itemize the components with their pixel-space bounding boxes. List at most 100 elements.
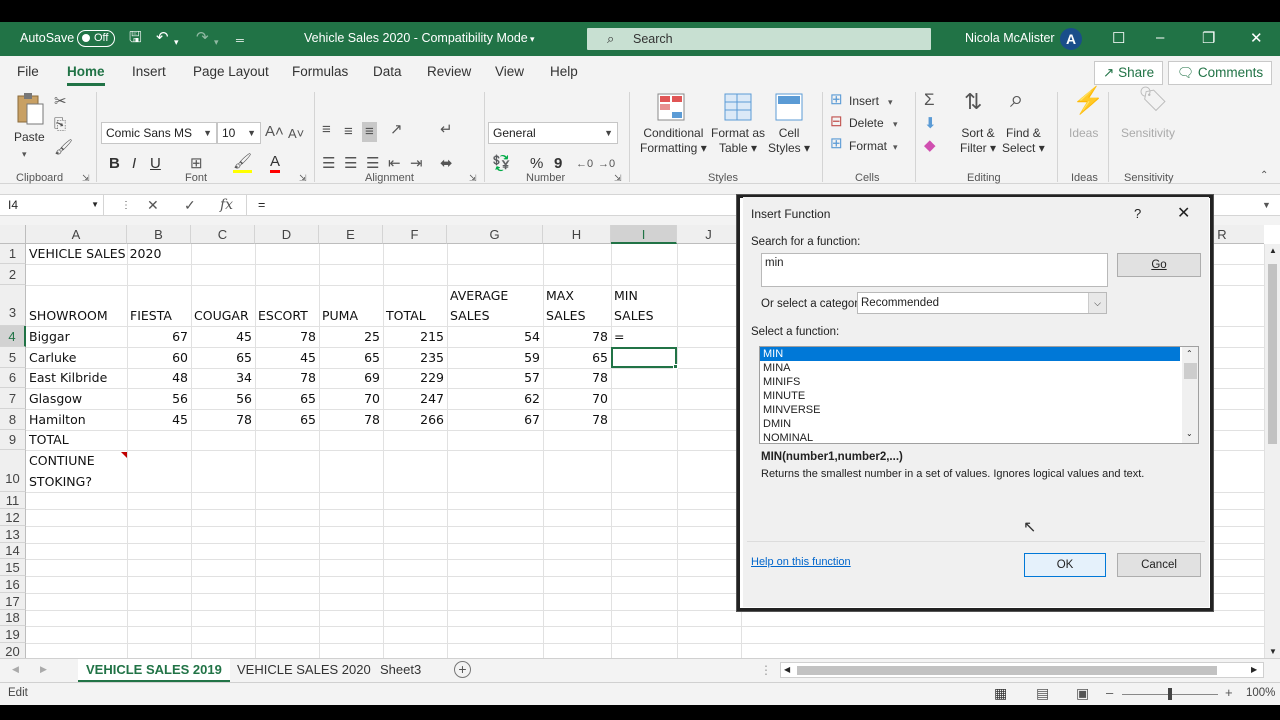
avatar[interactable]: A bbox=[1060, 28, 1082, 50]
number-format-select[interactable]: General ▼ bbox=[488, 122, 618, 144]
ribbon-display-icon[interactable]: ☐ bbox=[1112, 29, 1125, 47]
insert-cells-icon[interactable]: ⊞ bbox=[830, 92, 843, 108]
table-cell[interactable]: 25 bbox=[319, 327, 380, 347]
decrease-font-icon[interactable]: A˅ bbox=[288, 126, 304, 142]
list-item[interactable]: MIN bbox=[760, 347, 1180, 361]
scroll-right-icon[interactable]: ▶ bbox=[1251, 665, 1257, 674]
tab-data[interactable]: Data bbox=[373, 64, 402, 79]
row-header-16[interactable]: 16 bbox=[0, 576, 26, 593]
cell-styles-button[interactable]: Cell Styles ▾ bbox=[768, 126, 810, 156]
conditional-formatting-icon[interactable] bbox=[656, 92, 686, 122]
table-cell[interactable]: 78 bbox=[191, 410, 252, 430]
table-cell[interactable]: 67 bbox=[127, 327, 188, 347]
row-header-6[interactable]: 6 bbox=[0, 368, 26, 388]
row-header-14[interactable]: 14 bbox=[0, 543, 26, 559]
dialog-close-icon[interactable]: ✕ bbox=[1177, 203, 1190, 223]
sort-filter-icon[interactable]: ⇅ bbox=[964, 91, 982, 113]
vertical-scrollbar[interactable]: ▲ ▼ bbox=[1264, 244, 1280, 660]
cancel-entry-icon[interactable]: ✕ bbox=[147, 197, 159, 214]
row-header-7[interactable]: 7 bbox=[0, 388, 26, 409]
scroll-up-icon[interactable]: ⌃ bbox=[1186, 349, 1193, 358]
scroll-down-icon[interactable]: ▼ bbox=[1269, 647, 1277, 656]
column-header-j[interactable]: J bbox=[677, 225, 741, 244]
cell-a10-line2[interactable]: STOKING? bbox=[29, 472, 92, 492]
paste-dropdown-icon[interactable]: ▾ bbox=[22, 146, 27, 162]
page-layout-view-icon[interactable]: ▤ bbox=[1036, 685, 1049, 702]
function-list[interactable]: MIN MINA MINIFS MINUTE MINVERSE DMIN NOM… bbox=[759, 346, 1199, 444]
table-cell[interactable]: 54 bbox=[447, 327, 540, 347]
column-header-d[interactable]: D bbox=[255, 225, 319, 244]
insert-cells-button[interactable]: Insert bbox=[849, 94, 879, 109]
format-cells-icon[interactable]: ⊞ bbox=[830, 136, 843, 152]
tab-view[interactable]: View bbox=[495, 64, 524, 79]
row-header-10[interactable]: 10 bbox=[0, 450, 26, 492]
percent-button[interactable]: % bbox=[530, 156, 543, 172]
column-header-g[interactable]: G bbox=[447, 225, 543, 244]
row-header-9[interactable]: 9 bbox=[0, 430, 26, 450]
delete-cells-button[interactable]: Delete bbox=[849, 116, 884, 131]
increase-decimal-icon[interactable]: ←0 bbox=[576, 156, 593, 172]
table-cell[interactable]: 65 bbox=[255, 389, 316, 409]
tab-help[interactable]: Help bbox=[550, 64, 578, 79]
row-header-13[interactable]: 13 bbox=[0, 526, 26, 543]
close-icon[interactable]: ✕ bbox=[1250, 29, 1263, 47]
category-select[interactable]: Recommended ⌵ bbox=[857, 292, 1107, 314]
select-all-corner[interactable] bbox=[0, 225, 26, 244]
table-cell[interactable]: 78 bbox=[543, 327, 608, 347]
top-align-icon[interactable]: ≡ bbox=[322, 122, 331, 138]
table-cell[interactable]: 69 bbox=[319, 368, 380, 388]
collapse-ribbon-icon[interactable]: ⌃ bbox=[1260, 168, 1268, 184]
align-center-icon[interactable]: ☰ bbox=[344, 156, 357, 172]
sheet-tab-2020[interactable]: VEHICLE SALES 2020 bbox=[237, 662, 371, 677]
increase-indent-icon[interactable]: ⇥ bbox=[410, 156, 423, 172]
zoom-in-icon[interactable]: + bbox=[1225, 685, 1233, 700]
row-header-2[interactable]: 2 bbox=[0, 264, 26, 285]
comments-button[interactable]: 🗨 Comments bbox=[1168, 61, 1273, 85]
active-cell-i4[interactable]: = bbox=[614, 327, 624, 347]
list-item[interactable]: DMIN bbox=[760, 417, 1198, 431]
table-cell[interactable]: 78 bbox=[543, 368, 608, 388]
fill-icon[interactable]: ⬇ bbox=[924, 116, 937, 132]
row-header-18[interactable]: 18 bbox=[0, 610, 26, 626]
tab-split-handle[interactable]: ⋮ bbox=[760, 663, 772, 677]
table-cell[interactable]: 65 bbox=[191, 348, 252, 368]
copy-icon[interactable]: ⎘ bbox=[54, 117, 66, 133]
table-cell[interactable]: 247 bbox=[383, 389, 444, 409]
scroll-up-icon[interactable]: ▲ bbox=[1269, 246, 1277, 255]
zoom-slider-thumb[interactable] bbox=[1168, 688, 1172, 700]
share-button[interactable]: ↗ Share bbox=[1094, 61, 1164, 85]
list-item[interactable]: MINIFS bbox=[760, 375, 1198, 389]
function-list-scrollbar[interactable]: ⌃ ⌄ bbox=[1182, 347, 1198, 443]
table-cell[interactable]: 45 bbox=[127, 410, 188, 430]
middle-align-icon[interactable]: ≡ bbox=[344, 124, 353, 140]
zoom-out-icon[interactable]: – bbox=[1106, 685, 1113, 700]
cell-d3[interactable]: ESCORT bbox=[258, 306, 308, 326]
sheet-tab-2019[interactable]: VEHICLE SALES 2019 bbox=[78, 659, 230, 683]
normal-view-icon[interactable]: ▦ bbox=[994, 685, 1007, 702]
number-launcher-icon[interactable]: ⇲ bbox=[614, 170, 622, 186]
minimize-icon[interactable]: – bbox=[1156, 29, 1164, 46]
bold-button[interactable]: B bbox=[109, 156, 120, 172]
prev-sheet-icon[interactable]: ◀ bbox=[12, 664, 19, 675]
table-cell[interactable]: 34 bbox=[191, 368, 252, 388]
title-dropdown-icon[interactable]: ▾ bbox=[530, 34, 535, 45]
table-cell[interactable]: 57 bbox=[447, 368, 540, 388]
user-name[interactable]: Nicola McAlister bbox=[965, 31, 1055, 45]
format-as-table-button[interactable]: Format as Table ▾ bbox=[711, 126, 765, 156]
table-cell[interactable]: 67 bbox=[447, 410, 540, 430]
tab-page-layout[interactable]: Page Layout bbox=[193, 64, 269, 79]
increase-font-icon[interactable]: A˄ bbox=[265, 124, 284, 140]
search-box[interactable]: ⌕ Search bbox=[587, 28, 931, 50]
bottom-align-icon[interactable]: ≡ bbox=[362, 122, 377, 142]
column-header-i[interactable]: I bbox=[611, 225, 677, 244]
paste-button[interactable]: Paste bbox=[14, 130, 45, 145]
scroll-down-icon[interactable]: ⌄ bbox=[1186, 429, 1193, 438]
next-sheet-icon[interactable]: ▶ bbox=[40, 664, 47, 675]
table-cell[interactable]: 59 bbox=[447, 348, 540, 368]
cell-f3[interactable]: TOTAL bbox=[386, 306, 426, 326]
list-item[interactable]: MINUTE bbox=[760, 389, 1198, 403]
table-cell[interactable]: 62 bbox=[447, 389, 540, 409]
list-item[interactable]: MINA bbox=[760, 361, 1198, 375]
find-select-button[interactable]: Find & Select ▾ bbox=[1002, 126, 1045, 156]
format-dropdown-icon[interactable]: ▾ bbox=[893, 139, 898, 155]
